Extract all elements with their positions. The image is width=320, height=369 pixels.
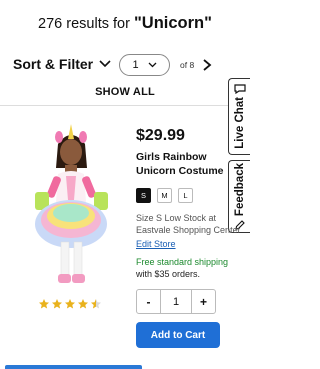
star-icon [52,299,62,309]
store-name: Eastvale Shopping Center [136,224,240,235]
star-rating[interactable] [38,298,102,310]
chevron-down-icon [148,62,157,68]
decrease-quantity-button[interactable]: - [137,290,161,313]
quantity-stepper: - 1 + [136,289,216,314]
size-option-l[interactable]: L [178,188,193,203]
results-count: 276 results for [38,16,130,32]
chat-icon [233,84,246,94]
size-option-m[interactable]: M [157,188,172,203]
results-toolbar: Sort & Filter 1 of 8 [0,54,250,78]
page-select-value: 1 [132,59,139,71]
scroll-indicator [5,365,142,369]
live-chat-label: Live Chat [233,97,246,149]
sort-filter-button[interactable]: Sort & Filter [13,56,111,72]
divider [0,105,230,106]
size-option-s[interactable]: S [136,188,151,203]
star-icon [78,299,88,309]
star-icon [65,299,75,309]
product-image[interactable] [14,116,129,298]
half-star-icon [91,299,101,309]
stock-status: Size S Low Stock at Eastvale Shopping Ce… [136,213,240,236]
edit-store-link[interactable]: Edit Store [136,239,176,249]
page-total: of 8 [180,60,195,70]
sort-filter-label: Sort & Filter [13,56,94,72]
live-chat-tab[interactable]: Live Chat [228,78,250,155]
chevron-down-icon [99,60,111,68]
product-title[interactable]: Girls Rainbow Unicorn Costume [136,150,231,178]
chevron-right-icon[interactable] [202,59,212,71]
shipping-threshold: with $35 orders. [136,269,201,279]
feedback-label: Feedback [233,163,246,217]
product-price: $29.99 [136,127,185,144]
add-to-cart-button[interactable]: Add to Cart [136,322,220,348]
increase-quantity-button[interactable]: + [191,290,215,313]
show-all-button[interactable]: SHOW ALL [0,86,250,98]
results-header: 276 results for "Unicorn" [0,14,250,33]
stock-line: Size S Low Stock at [136,213,217,223]
search-results-page: 276 results for "Unicorn" Sort & Filter … [0,0,250,369]
quantity-value[interactable]: 1 [161,296,191,308]
size-selector: S M L [136,188,193,203]
shipping-promo: Free standard shipping [136,257,229,267]
star-icon [39,299,49,309]
page-select[interactable]: 1 [119,54,170,76]
search-query: "Unicorn" [133,14,212,32]
